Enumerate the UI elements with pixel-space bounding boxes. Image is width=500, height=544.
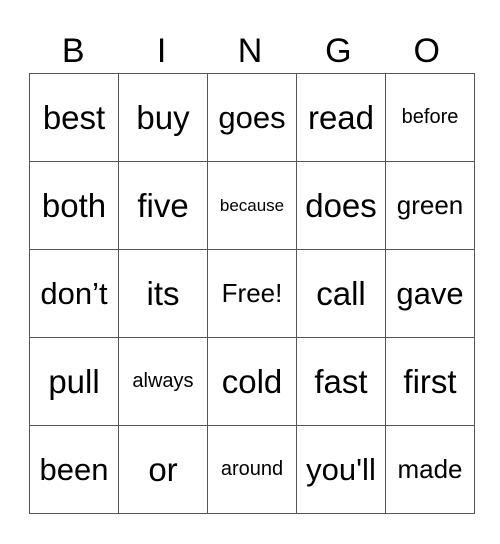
bingo-cell[interactable]: does bbox=[296, 161, 386, 250]
bingo-cell[interactable]: call bbox=[296, 249, 386, 338]
bingo-cell[interactable]: five bbox=[118, 161, 208, 250]
bingo-row: pull always cold fast first bbox=[29, 337, 475, 426]
bingo-cell[interactable]: pull bbox=[29, 337, 119, 426]
bingo-cell[interactable]: before bbox=[385, 73, 475, 162]
bingo-row: been or around you'll made bbox=[29, 425, 475, 514]
header-letter-n: N bbox=[237, 32, 263, 70]
bingo-cell[interactable]: around bbox=[207, 425, 297, 514]
bingo-cell[interactable]: green bbox=[385, 161, 475, 250]
bingo-cell[interactable]: don’t bbox=[29, 249, 119, 338]
header-letter-i: I bbox=[156, 32, 167, 70]
bingo-row: both five because does green bbox=[29, 161, 475, 250]
bingo-cell[interactable]: gave bbox=[385, 249, 475, 338]
bingo-cell[interactable]: you'll bbox=[296, 425, 386, 514]
bingo-grid: best buy goes read before both five because does… bbox=[29, 73, 475, 514]
bingo-cell[interactable]: both bbox=[29, 161, 119, 250]
bingo-cell[interactable]: buy bbox=[118, 73, 208, 162]
header-letter-g: G bbox=[325, 32, 352, 70]
bingo-cell[interactable]: first bbox=[385, 337, 475, 426]
bingo-cell[interactable]: cold bbox=[207, 337, 297, 426]
bingo-cell[interactable]: goes bbox=[207, 73, 297, 162]
bingo-cell[interactable]: read bbox=[296, 73, 386, 162]
bingo-cell[interactable]: because bbox=[207, 161, 297, 250]
bingo-row: don’t its Free! call gave bbox=[29, 249, 475, 338]
bingo-cell[interactable]: its bbox=[118, 249, 208, 338]
bingo-cell[interactable]: been bbox=[29, 425, 119, 514]
bingo-row: best buy goes read before bbox=[29, 73, 475, 162]
bingo-header: B I N G O bbox=[29, 30, 471, 72]
header-letter-b: B bbox=[61, 32, 85, 70]
bingo-cell[interactable]: made bbox=[385, 425, 475, 514]
bingo-cell[interactable]: fast bbox=[296, 337, 386, 426]
bingo-cell[interactable]: or bbox=[118, 425, 208, 514]
header-letter-o: O bbox=[413, 32, 440, 70]
free-space-cell[interactable]: Free! bbox=[207, 249, 297, 338]
bingo-cell[interactable]: best bbox=[29, 73, 119, 162]
bingo-cell[interactable]: always bbox=[118, 337, 208, 426]
